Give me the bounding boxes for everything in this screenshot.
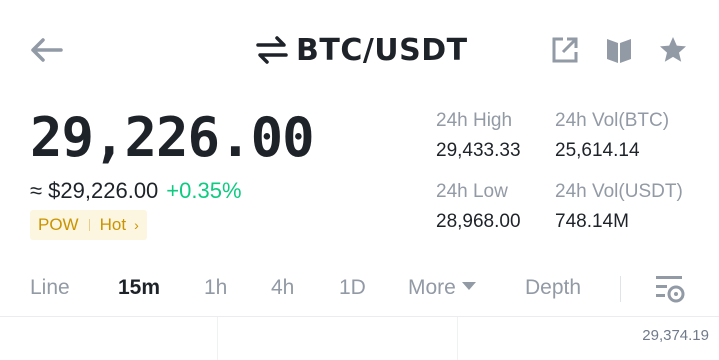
tab-more[interactable]: More xyxy=(408,276,476,300)
stat-24h-low: 24h Low 28,968.00 xyxy=(436,181,521,233)
pair-selector[interactable]: BTC/USDT xyxy=(256,28,468,72)
tab-1h[interactable]: 1h xyxy=(204,276,227,300)
stat-label: 24h Vol(USDT) xyxy=(555,181,683,202)
tag-divider xyxy=(88,219,90,231)
tag-hot[interactable]: Hot › xyxy=(100,215,139,235)
back-arrow-icon xyxy=(31,38,63,62)
tab-line[interactable]: Line xyxy=(30,276,70,300)
top-bar: BTC/USDT xyxy=(0,0,719,100)
tag-hot-label: Hot xyxy=(99,215,127,234)
tab-divider xyxy=(620,276,621,302)
stat-value: 28,968.00 xyxy=(436,211,521,232)
back-button[interactable] xyxy=(26,34,66,66)
tab-more-label: More xyxy=(408,276,456,299)
star-icon xyxy=(660,37,686,62)
tab-depth[interactable]: Depth xyxy=(525,276,581,300)
caret-down-icon xyxy=(461,282,476,290)
interval-tabs: Line 15m 1h 4h 1D More Depth xyxy=(0,266,719,312)
swap-icon xyxy=(256,36,288,64)
stat-label: 24h Low xyxy=(436,181,508,202)
tab-15m[interactable]: 15m xyxy=(118,276,160,300)
grid-line xyxy=(217,317,218,360)
page-title: BTC/USDT xyxy=(296,32,468,68)
stat-value: 25,614.14 xyxy=(555,140,640,161)
tab-1d[interactable]: 1D xyxy=(339,276,366,300)
stat-24h-vol-btc: 24h Vol(BTC) 25,614.14 xyxy=(555,110,669,162)
share-button[interactable] xyxy=(549,34,581,66)
stat-24h-vol-usdt: 24h Vol(USDT) 748.14M xyxy=(555,181,683,233)
stat-24h-high: 24h High 29,433.33 xyxy=(436,110,521,162)
chart-settings-icon xyxy=(656,276,685,303)
fiat-price: ≈ $29,226.00 xyxy=(30,178,159,203)
tag-pow[interactable]: POW xyxy=(38,215,79,235)
stat-value: 29,433.33 xyxy=(436,140,521,161)
last-price: 29,226.00 xyxy=(30,106,315,169)
book-icon xyxy=(607,39,631,63)
chevron-right-icon: › xyxy=(134,217,139,233)
share-icon xyxy=(552,37,578,63)
stat-value: 748.14M xyxy=(555,211,629,232)
favorite-button[interactable] xyxy=(657,34,689,66)
price-subline: ≈ $29,226.00 +0.35% xyxy=(30,178,242,204)
chart-area[interactable]: 29,374.19 xyxy=(0,316,719,360)
price-change: +0.35% xyxy=(166,178,242,203)
grid-line xyxy=(457,317,458,360)
tab-4h[interactable]: 4h xyxy=(271,276,294,300)
stat-label: 24h Vol(BTC) xyxy=(555,110,670,131)
chart-price-label: 29,374.19 xyxy=(642,327,709,344)
tag-badges: POW Hot › xyxy=(30,210,147,240)
chart-settings-button[interactable] xyxy=(652,272,688,306)
info-book-button[interactable] xyxy=(603,34,635,66)
stat-label: 24h High xyxy=(436,110,513,131)
